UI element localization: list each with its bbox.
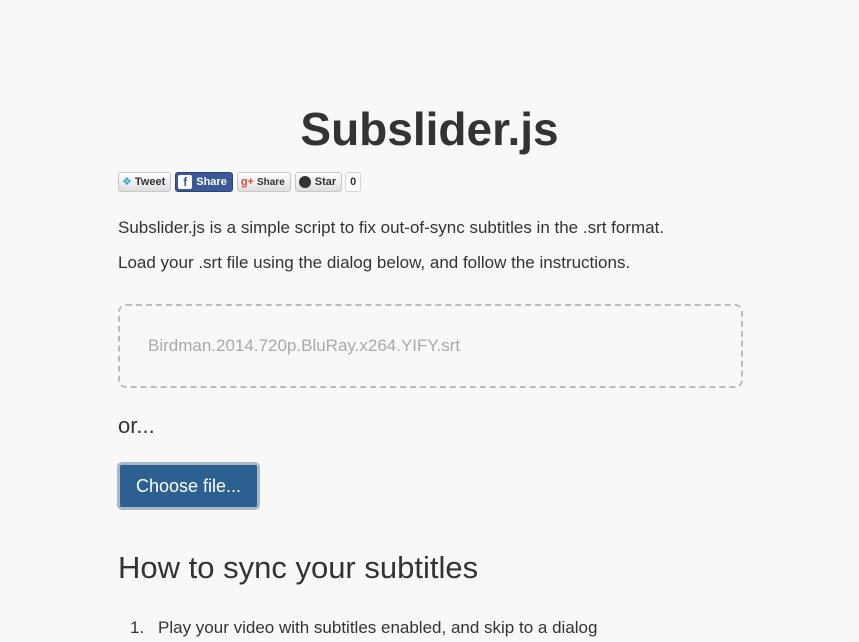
twitter-bird-icon: ❖ — [122, 176, 132, 188]
gplus-share-label: Share — [256, 176, 285, 188]
social-buttons: ❖ Tweet f Share g+ Share Star 0 — [118, 172, 362, 192]
intro-line-2: Load your .srt file using the dialog bel… — [118, 253, 631, 272]
tweet-button[interactable]: ❖ Tweet — [118, 172, 172, 192]
or-separator: or... — [118, 413, 155, 438]
howto-heading: How to sync your subtitles — [118, 550, 479, 585]
page: Subslider.js ❖ Tweet f Share g+ Share St… — [0, 0, 859, 642]
github-octocat-icon — [298, 176, 311, 188]
intro-text: Subslider.js is a simple script to fix o… — [118, 210, 664, 280]
github-star-label: Star — [314, 176, 337, 188]
file-dropzone[interactable]: Birdman.2014.720p.BluRay.x264.YIFY.srt — [118, 304, 743, 388]
page-title: Subslider.js — [300, 102, 559, 155]
howto-steps: 1. Play your video with subtitles enabled… — [130, 616, 597, 640]
tweet-button-label: Tweet — [134, 176, 166, 188]
step-number: 1. — [130, 618, 145, 637]
step-text: Play your video with subtitles enabled, … — [158, 618, 598, 637]
facebook-share-label: Share — [196, 176, 227, 188]
choose-file-button[interactable]: Choose file... — [117, 462, 260, 510]
gplus-share-button[interactable]: g+ Share — [236, 172, 291, 192]
list-item: 1. Play your video with subtitles enabled… — [130, 616, 597, 640]
google-plus-icon: g+ — [240, 176, 254, 188]
github-star-button[interactable]: Star — [294, 172, 343, 192]
intro-line-1: Subslider.js is a simple script to fix o… — [118, 218, 665, 237]
facebook-share-button[interactable]: f Share — [175, 172, 233, 192]
facebook-f-icon: f — [178, 175, 193, 189]
dropzone-filename: Birdman.2014.720p.BluRay.x264.YIFY.srt — [148, 336, 461, 355]
github-star-count[interactable]: 0 — [345, 172, 362, 192]
